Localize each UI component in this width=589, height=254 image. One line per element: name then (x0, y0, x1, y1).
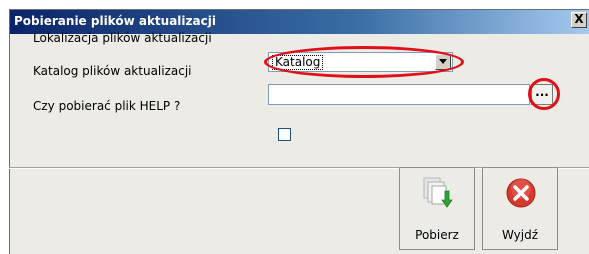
exit-button[interactable]: Wyjdź (482, 167, 558, 250)
help-checkbox[interactable] (278, 128, 291, 141)
folder-label: Katalog plików aktualizacji (33, 64, 192, 78)
folder-path-input[interactable] (268, 84, 530, 105)
close-button[interactable]: X (571, 12, 587, 28)
exit-button-label: Wyjdź (501, 228, 538, 242)
download-button[interactable]: Pobierz (399, 167, 475, 250)
location-label: Lokalizacja plików aktualizacji (33, 31, 212, 45)
chevron-down-icon[interactable] (435, 54, 451, 70)
location-select-value: Katalog (272, 55, 324, 70)
download-files-icon (423, 177, 453, 208)
download-button-label: Pobierz (415, 228, 459, 242)
location-select[interactable]: Katalog (268, 52, 453, 72)
exit-x-icon (506, 178, 536, 208)
window-title: Pobieranie plików aktualizacji (14, 14, 216, 28)
help-label: Czy pobierać plik HELP ? (33, 99, 181, 113)
browse-button[interactable]: ... (531, 84, 553, 105)
